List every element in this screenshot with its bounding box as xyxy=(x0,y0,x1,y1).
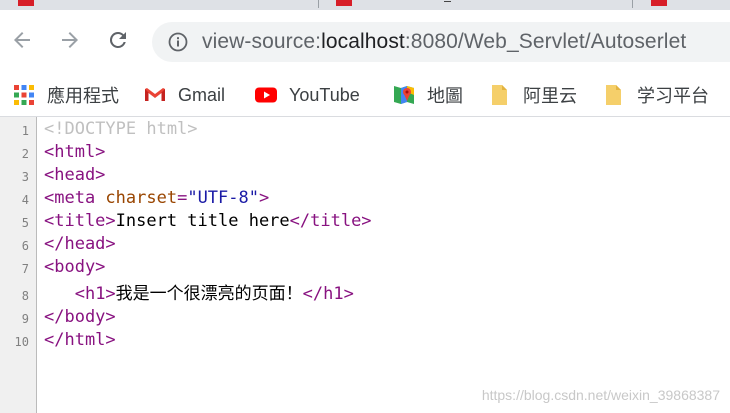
source-token-tag: > xyxy=(258,188,270,208)
source-token-tag: <title> xyxy=(44,211,116,231)
line-number: 4 xyxy=(21,193,29,207)
bookmark-apps[interactable]: 應用程式 xyxy=(12,80,119,110)
source-line: <body> xyxy=(44,256,105,279)
url-path: :8080/Web_Servlet/Autoserlet xyxy=(404,30,687,53)
tab-title-fragment xyxy=(444,1,451,2)
arrow-right-icon xyxy=(62,32,78,48)
line-number: 10 xyxy=(14,335,29,349)
source-token-doctype: <!DOCTYPE html> xyxy=(44,119,198,139)
source-view: 1 2 3 4 5 6 7 8 9 10 <!DOCTYPE html> <html> <head> <… xyxy=(0,117,730,413)
tab-separator xyxy=(318,0,319,8)
source-token-text: Insert title here xyxy=(115,211,290,231)
line-number: 3 xyxy=(21,170,29,184)
source-line: <!DOCTYPE html> xyxy=(44,118,198,141)
source-line: <h1>我是一个很漂亮的页面！</h1> xyxy=(44,283,354,306)
source-line: <title>Insert title here</title> xyxy=(44,210,372,233)
bookmark-label: YouTube xyxy=(289,84,360,105)
line-number: 6 xyxy=(21,239,29,253)
bookmark-label: 地圖 xyxy=(427,86,463,106)
source-line: </head> xyxy=(44,233,116,256)
gmail-icon xyxy=(143,83,167,107)
tab-separator xyxy=(632,0,633,8)
info-icon[interactable] xyxy=(168,32,188,52)
line-number: 8 xyxy=(21,289,29,303)
url-host: localhost xyxy=(321,30,405,53)
source-token-tag: <body> xyxy=(44,257,106,277)
source-token-tag: <meta xyxy=(44,188,106,208)
url-scheme: view-source: xyxy=(202,30,322,53)
source-line: </body> xyxy=(44,306,116,329)
source-line: </html> xyxy=(44,329,116,352)
tab-sliver-2[interactable] xyxy=(320,0,635,10)
bookmark-maps[interactable]: 地圖 xyxy=(392,80,463,110)
tab-sliver-1[interactable] xyxy=(0,0,320,10)
source-token-val: "UTF-8" xyxy=(187,188,259,208)
bookmark-label: 應用程式 xyxy=(47,86,119,106)
line-number: 5 xyxy=(21,216,29,230)
watermark: https://blog.csdn.net/weixin_39868387 xyxy=(481,387,720,403)
arrow-left-icon xyxy=(14,32,30,48)
source-token-tag: </h1> xyxy=(302,284,354,304)
source-line: <meta charset="UTF-8"> xyxy=(44,187,269,210)
tab-favicon-icon xyxy=(18,0,34,6)
apps-grid-icon xyxy=(12,83,36,107)
source-token-attr: charset xyxy=(105,188,178,208)
bookmark-youtube[interactable]: YouTube xyxy=(254,80,360,110)
folder-icon xyxy=(488,83,512,107)
tab-favicon-icon xyxy=(651,0,667,6)
address-bar[interactable]: view-source:localhost:8080/Web_Servlet/A… xyxy=(152,22,730,62)
source-line: <html> xyxy=(44,141,105,164)
bookmark-label: Gmail xyxy=(178,84,226,105)
source-token-tag: </html> xyxy=(44,330,116,350)
line-number: 2 xyxy=(21,147,29,161)
source-token-text: 我是一个很漂亮的页面！ xyxy=(115,284,303,304)
toolbar: view-source:localhost:8080/Web_Servlet/A… xyxy=(0,10,730,74)
line-number-gutter: 1 2 3 4 5 6 7 8 9 10 xyxy=(0,117,37,413)
bookmark-gmail[interactable]: Gmail xyxy=(143,80,225,110)
tab-favicon-icon xyxy=(336,0,352,6)
bookmarks-bar: 應用程式 Gmail YouTube 地圖 阿里云 学习平台 xyxy=(0,74,730,117)
bookmark-folder-learning[interactable]: 学习平台 xyxy=(602,80,709,110)
maps-icon xyxy=(392,83,416,107)
line-number: 1 xyxy=(21,124,29,138)
bookmark-label: 学习平台 xyxy=(637,86,709,106)
source-token-tag: </head> xyxy=(44,234,116,254)
source-line: <head> xyxy=(44,164,105,187)
tab-sliver-3[interactable] xyxy=(635,0,730,10)
url-text[interactable]: view-source:localhost:8080/Web_Servlet/A… xyxy=(202,30,686,54)
source-token-tag: </title> xyxy=(289,211,372,231)
source-token-text xyxy=(44,284,75,304)
forward-button[interactable] xyxy=(54,24,86,56)
bookmark-label: 阿里云 xyxy=(523,86,577,106)
line-number: 9 xyxy=(21,312,29,326)
tab-strip xyxy=(0,0,730,10)
youtube-icon xyxy=(254,83,278,107)
source-token-tag: <h1> xyxy=(74,284,116,304)
back-button[interactable] xyxy=(6,24,38,56)
source-token-tag: <html> xyxy=(44,142,106,162)
source-token-tag: </body> xyxy=(44,307,116,327)
line-number: 7 xyxy=(21,262,29,276)
reload-button[interactable] xyxy=(102,24,134,56)
source-token-tag: = xyxy=(177,188,188,208)
reload-icon xyxy=(109,31,126,48)
source-token-tag: <head> xyxy=(44,165,106,185)
folder-icon xyxy=(602,83,626,107)
bookmark-folder-aliyun[interactable]: 阿里云 xyxy=(488,80,577,110)
